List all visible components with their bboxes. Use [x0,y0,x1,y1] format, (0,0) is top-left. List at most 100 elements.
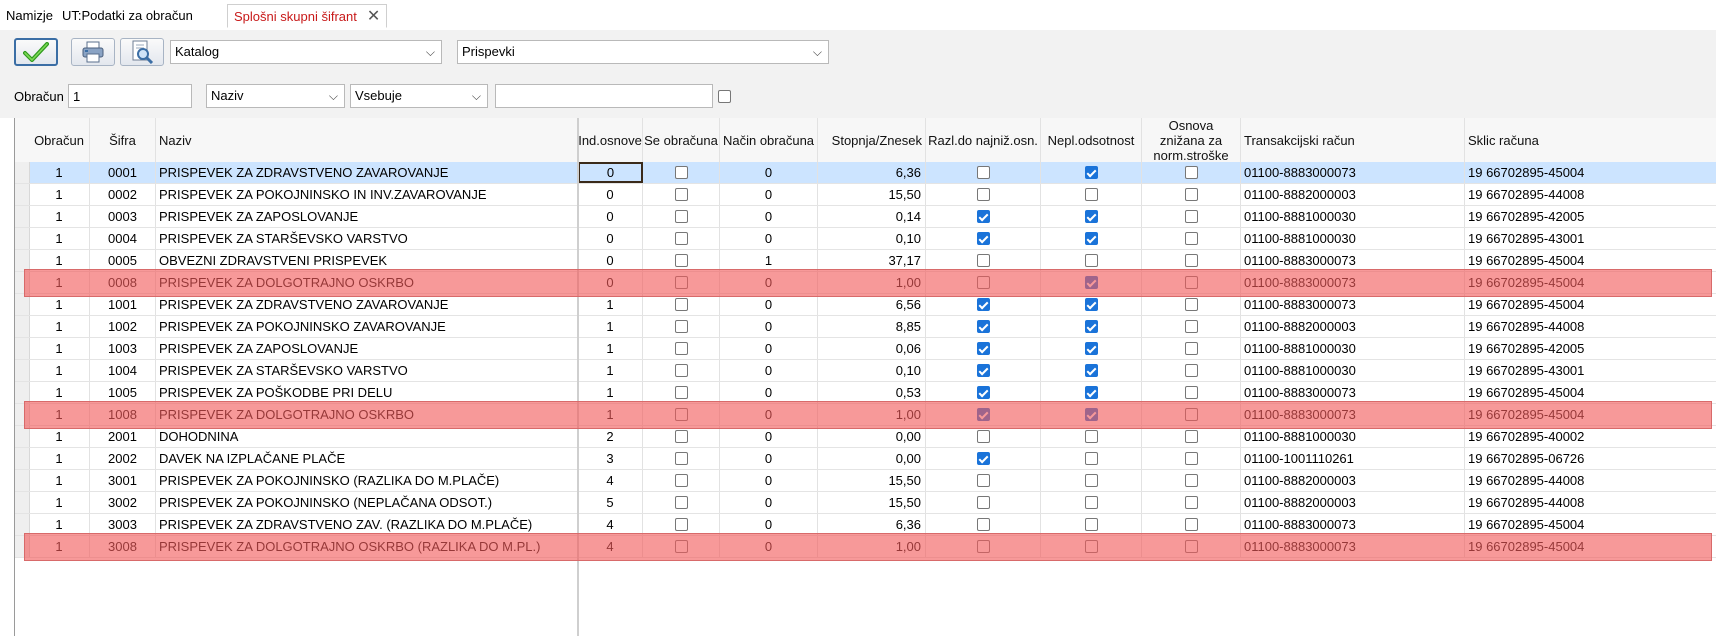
cell-nepl-odsotnost[interactable] [1041,316,1142,337]
cell-transakcijski-racun[interactable]: 01100-8883000073 [1241,536,1465,557]
cell-osnova-znizana[interactable] [1142,250,1241,271]
row-indicator[interactable] [15,338,30,359]
cell-obracun[interactable]: 1 [29,294,90,315]
cell-sifra[interactable]: 2002 [90,448,156,469]
cell-nepl-odsotnost[interactable] [1041,514,1142,535]
cell-nacin-obracuna[interactable]: 0 [720,448,818,469]
nepl-odsotnost-checkbox[interactable] [1084,540,1098,553]
cell-sklic-racuna[interactable]: 19 66702895-45004 [1465,162,1716,183]
cell-transakcijski-racun[interactable]: 01100-8882000003 [1241,470,1465,491]
row-indicator[interactable] [15,426,30,447]
se-obracuna-checkbox[interactable] [674,276,688,289]
cell-ind-osnove[interactable]: 0 [578,228,643,249]
cell-osnova-znizana[interactable] [1142,536,1241,557]
cell-obracun[interactable]: 1 [29,272,90,293]
cell-razl-do-najniz-osn[interactable] [926,382,1041,403]
cell-osnova-znizana[interactable] [1142,272,1241,293]
filter-checkbox[interactable] [718,90,731,103]
cell-razl-do-najniz-osn[interactable] [926,404,1041,425]
cell-se-obracuna[interactable] [643,316,720,337]
cell-obracun[interactable]: 1 [29,338,90,359]
razl-do-najniz-osn-checkbox[interactable] [976,540,990,553]
filter-operator-select[interactable]: Vsebuje ⌵ [350,84,488,108]
cell-naziv[interactable]: PRISPEVEK ZA ZAPOSLOVANJE [156,338,578,359]
cell-sklic-racuna[interactable]: 19 66702895-44008 [1465,492,1716,513]
row-indicator[interactable] [15,514,30,535]
cell-obracun[interactable]: 1 [29,514,90,535]
cell-obracun[interactable]: 1 [29,382,90,403]
cell-osnova-znizana[interactable] [1142,382,1241,403]
cell-sifra[interactable]: 1002 [90,316,156,337]
nepl-odsotnost-checkbox[interactable] [1084,166,1098,179]
cell-razl-do-najniz-osn[interactable] [926,492,1041,513]
se-obracuna-checkbox[interactable] [674,386,688,399]
cell-sklic-racuna[interactable]: 19 66702895-45004 [1465,294,1716,315]
type-select[interactable]: Prispevki ⌵ [457,40,829,64]
cell-osnova-znizana[interactable] [1142,448,1241,469]
nepl-odsotnost-checkbox[interactable] [1084,298,1098,311]
osnova-znizana-checkbox[interactable] [1184,298,1198,311]
osnova-znizana-checkbox[interactable] [1184,452,1198,465]
cell-sifra[interactable]: 0005 [90,250,156,271]
cell-sklic-racuna[interactable]: 19 66702895-43001 [1465,360,1716,381]
cell-transakcijski-racun[interactable]: 01100-8881000030 [1241,206,1465,227]
cell-obracun[interactable]: 1 [29,448,90,469]
se-obracuna-checkbox[interactable] [674,188,688,201]
cell-transakcijski-racun[interactable]: 01100-8883000073 [1241,250,1465,271]
cell-transakcijski-racun[interactable]: 01100-8882000003 [1241,316,1465,337]
cell-osnova-znizana[interactable] [1142,492,1241,513]
cell-sklic-racuna[interactable]: 19 66702895-44008 [1465,184,1716,205]
row-indicator[interactable] [15,492,30,513]
se-obracuna-checkbox[interactable] [674,210,688,223]
cell-razl-do-najniz-osn[interactable] [926,206,1041,227]
table-row[interactable]: 1 1008 PRISPEVEK ZA DOLGOTRAJNO OSKRBO 1 0 1,… [15,404,1716,426]
cell-naziv[interactable]: PRISPEVEK ZA POŠKODBE PRI DELU [156,382,578,403]
cell-nacin-obracuna[interactable]: 0 [720,360,818,381]
cell-obracun[interactable]: 1 [29,360,90,381]
razl-do-najniz-osn-checkbox[interactable] [976,232,990,245]
cell-obracun[interactable]: 1 [29,250,90,271]
cell-sifra[interactable]: 3002 [90,492,156,513]
cell-naziv[interactable]: DAVEK NA IZPLAČANE PLAČE [156,448,578,469]
cell-se-obracuna[interactable] [643,382,720,403]
cell-se-obracuna[interactable] [643,162,720,183]
cell-se-obracuna[interactable] [643,360,720,381]
cell-ind-osnove[interactable]: 1 [578,338,643,359]
razl-do-najniz-osn-checkbox[interactable] [976,298,990,311]
cell-sklic-racuna[interactable]: 19 66702895-45004 [1465,272,1716,293]
cell-naziv[interactable]: PRISPEVEK ZA ZDRAVSTVENO ZAVAROVANJE [156,162,578,183]
column-header-se-obracuna[interactable]: Se obračuna [643,118,720,162]
cell-ind-osnove[interactable]: 4 [578,514,643,535]
cell-obracun[interactable]: 1 [29,184,90,205]
nepl-odsotnost-checkbox[interactable] [1084,364,1098,377]
cell-nacin-obracuna[interactable]: 0 [720,162,818,183]
razl-do-najniz-osn-checkbox[interactable] [976,408,990,421]
nepl-odsotnost-checkbox[interactable] [1084,320,1098,333]
cell-nacin-obracuna[interactable]: 0 [720,404,818,425]
nepl-odsotnost-checkbox[interactable] [1084,210,1098,223]
cell-se-obracuna[interactable] [643,250,720,271]
cell-stopnja-znesek[interactable]: 15,50 [818,470,926,491]
cell-stopnja-znesek[interactable]: 15,50 [818,492,926,513]
table-row[interactable]: 1 1001 PRISPEVEK ZA ZDRAVSTVENO ZAVAROVANJ… [15,294,1716,316]
nepl-odsotnost-checkbox[interactable] [1084,276,1098,289]
cell-ind-osnove[interactable]: 4 [578,536,643,557]
cell-sifra[interactable]: 0001 [90,162,156,183]
cell-se-obracuna[interactable] [643,536,720,557]
cell-nepl-odsotnost[interactable] [1041,184,1142,205]
cell-nepl-odsotnost[interactable] [1041,470,1142,491]
cell-se-obracuna[interactable] [643,338,720,359]
confirm-button[interactable] [14,38,58,66]
cell-nacin-obracuna[interactable]: 0 [720,426,818,447]
razl-do-najniz-osn-checkbox[interactable] [976,452,990,465]
tab-ut-podatki[interactable]: UT:Podatki za obračun [56,4,199,28]
cell-sklic-racuna[interactable]: 19 66702895-44008 [1465,316,1716,337]
table-row[interactable]: 1 0002 PRISPEVEK ZA POKOJNINSKO IN INV.ZAV… [15,184,1716,206]
cell-nacin-obracuna[interactable]: 0 [720,294,818,315]
table-row[interactable]: 1 2002 DAVEK NA IZPLAČANE PLAČE 3 0 0,00 01100… [15,448,1716,470]
razl-do-najniz-osn-checkbox[interactable] [976,430,990,443]
cell-se-obracuna[interactable] [643,206,720,227]
row-indicator[interactable] [15,228,30,249]
se-obracuna-checkbox[interactable] [674,408,688,421]
cell-se-obracuna[interactable] [643,514,720,535]
